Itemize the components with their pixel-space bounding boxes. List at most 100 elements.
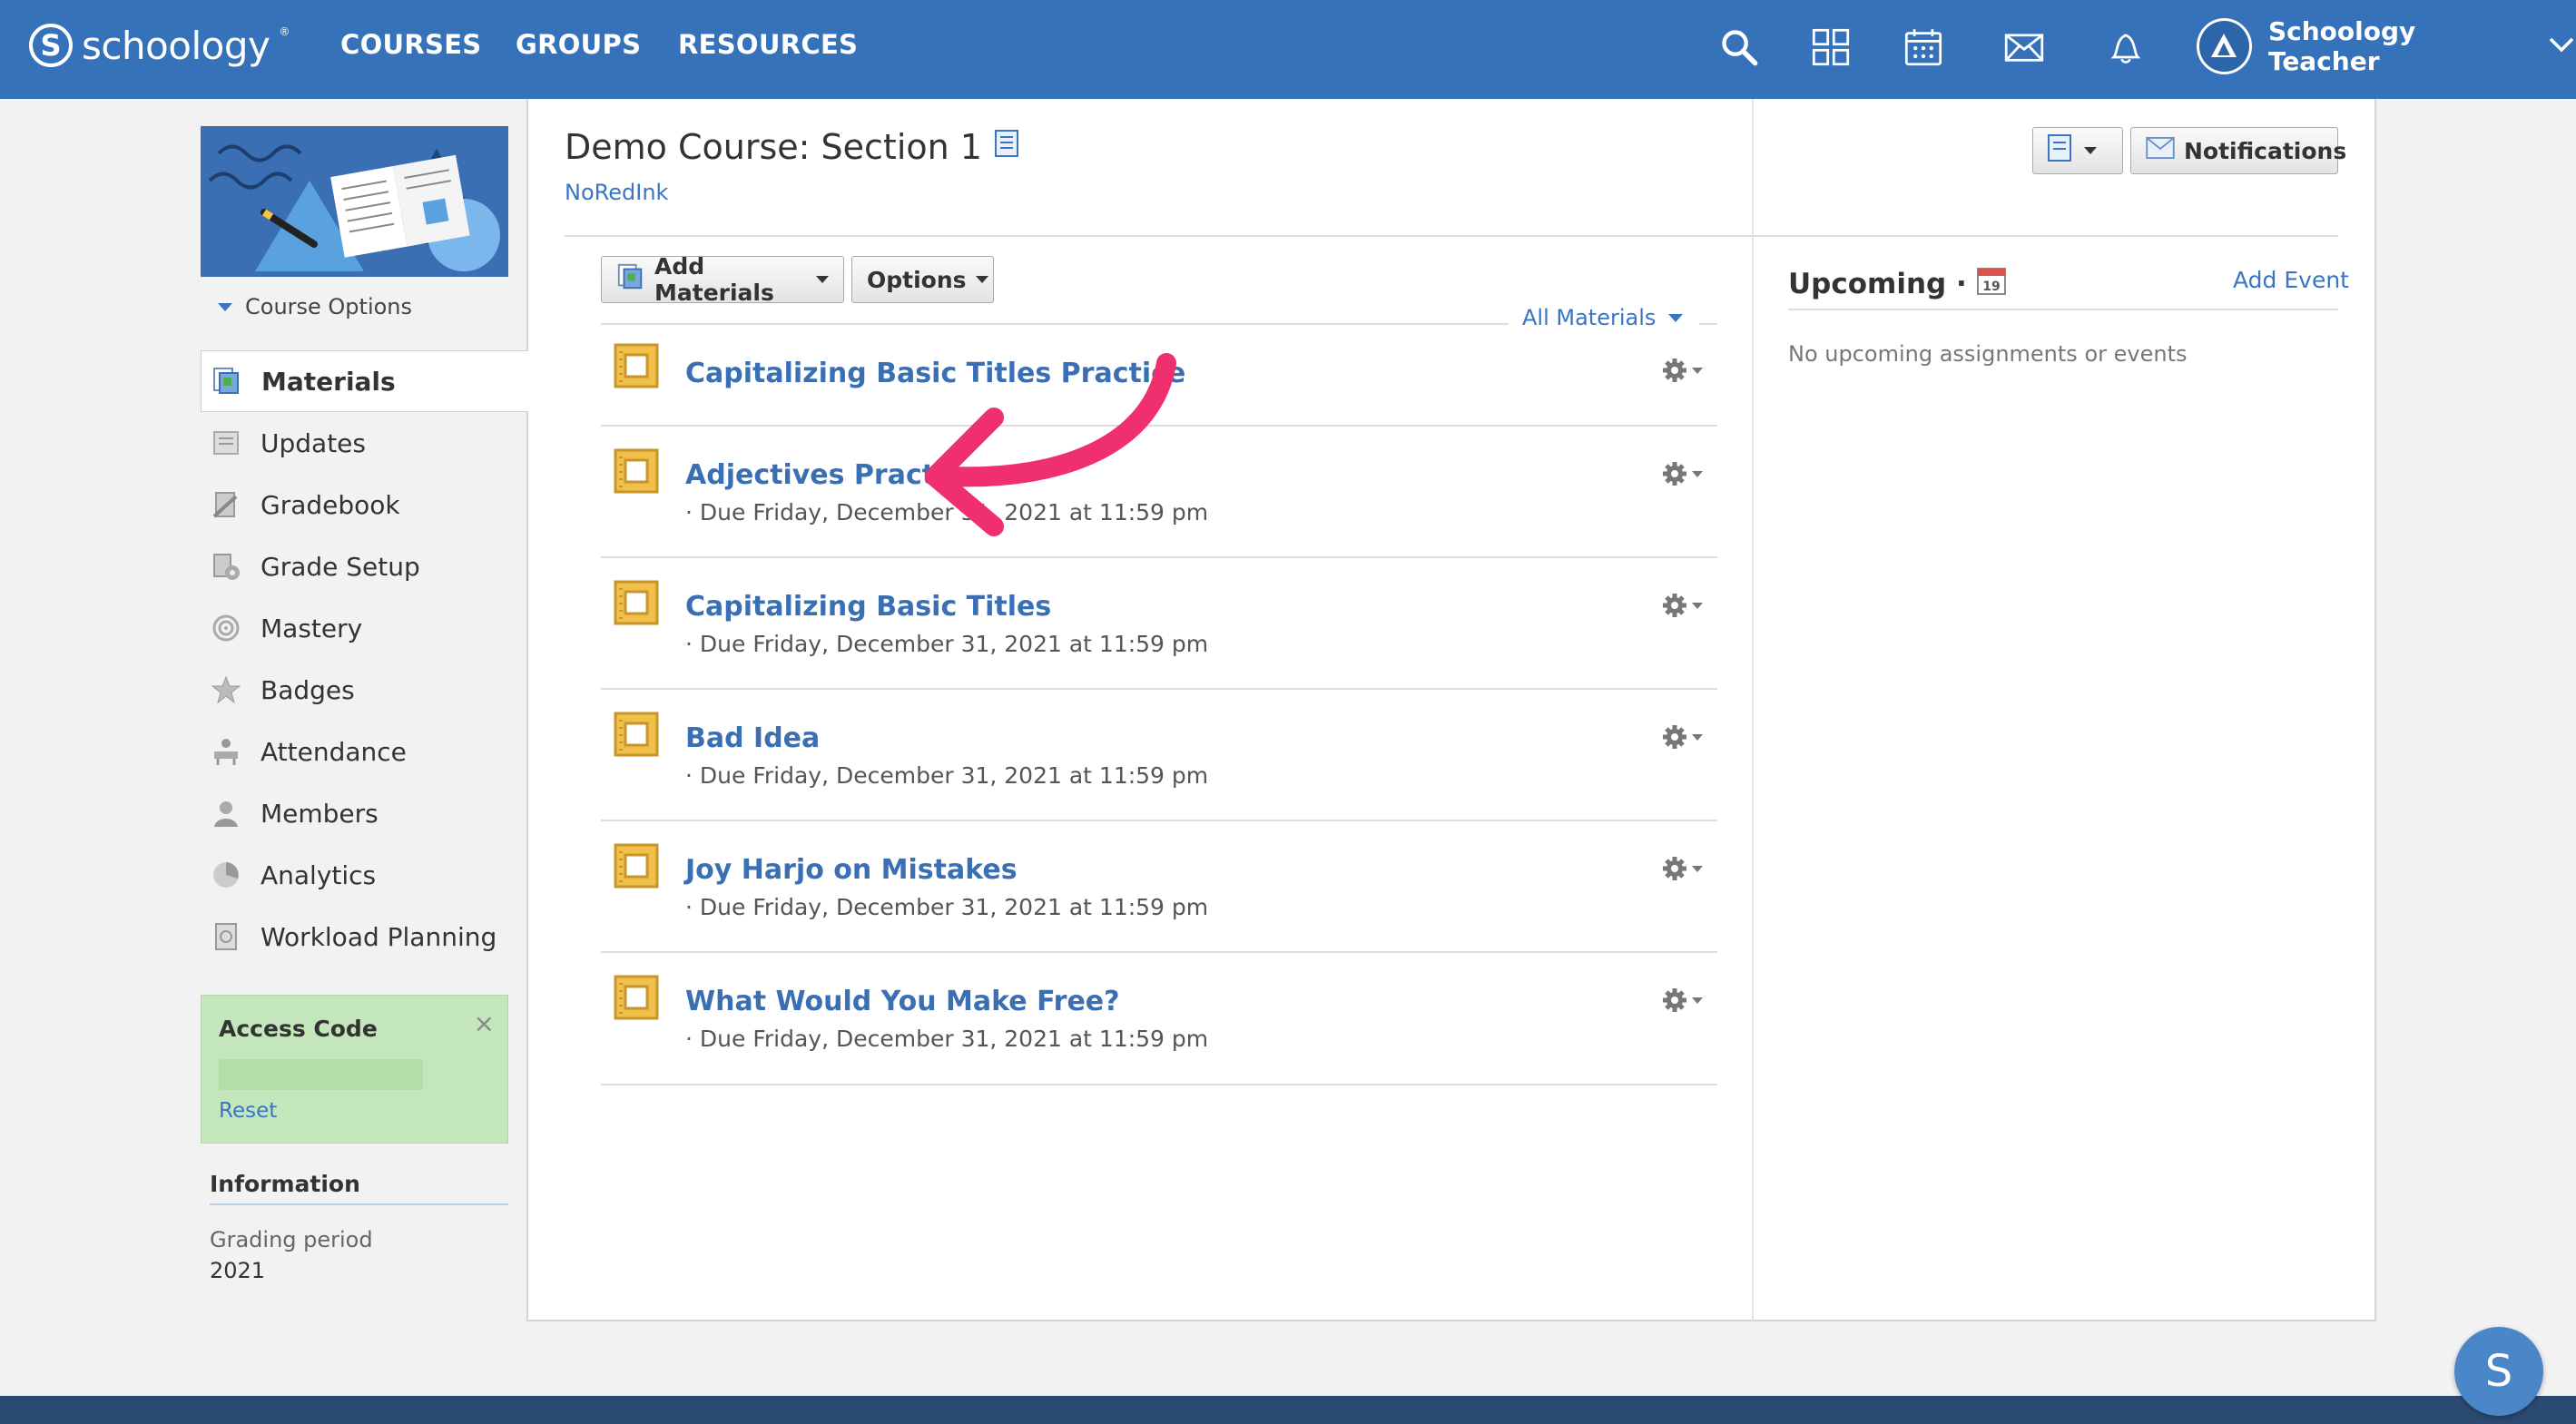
gear-icon[interactable] bbox=[1661, 587, 1708, 624]
sidebar-item-updates[interactable]: Updates bbox=[201, 412, 527, 474]
mastery-icon bbox=[210, 612, 242, 644]
logo-mark: S bbox=[29, 24, 73, 67]
sidebar-item-gradebook[interactable]: Gradebook bbox=[201, 474, 527, 535]
assignment-icon bbox=[610, 971, 663, 1024]
all-materials-filter[interactable]: All Materials bbox=[1522, 305, 1684, 330]
assignment-icon bbox=[610, 576, 663, 629]
course-notebook-icon bbox=[991, 127, 1022, 167]
notebook-icon bbox=[2044, 133, 2075, 169]
materials-icon bbox=[211, 365, 243, 398]
gear-icon[interactable] bbox=[1661, 719, 1708, 755]
material-row: Capitalizing Basic Titles · Due Friday, … bbox=[601, 558, 1717, 690]
due-date: · Due Friday, December 31, 2021 at 11:59… bbox=[685, 762, 1209, 789]
caret-down-icon bbox=[816, 276, 829, 283]
reset-access-code-link[interactable]: Reset bbox=[219, 1099, 277, 1123]
sidebar-item-materials[interactable]: Materials bbox=[201, 350, 528, 412]
course-view-menu-button[interactable] bbox=[2032, 127, 2123, 174]
assignment-icon bbox=[610, 445, 663, 497]
material-row: Bad Idea · Due Friday, December 31, 2021… bbox=[601, 690, 1717, 821]
help-chat-button[interactable]: S bbox=[2454, 1327, 2543, 1416]
assignment-icon bbox=[610, 339, 663, 392]
sidebar-item-members[interactable]: Members bbox=[201, 782, 527, 844]
sidebar-item-attendance[interactable]: Attendance bbox=[201, 721, 527, 782]
add-event-link[interactable]: Add Event bbox=[2233, 267, 2349, 293]
sidebar-item-label: Gradebook bbox=[261, 489, 400, 520]
caret-down-icon bbox=[975, 276, 988, 283]
access-code-value bbox=[219, 1059, 423, 1090]
apps-grid-icon[interactable] bbox=[1807, 24, 1854, 71]
material-title-link[interactable]: Joy Harjo on Mistakes bbox=[685, 854, 1018, 886]
avatar bbox=[2197, 18, 2252, 74]
sidebar-item-badges[interactable]: Badges bbox=[201, 659, 527, 721]
page-title: Demo Course: Section 1 bbox=[565, 127, 1022, 167]
gear-icon[interactable] bbox=[1661, 352, 1708, 388]
sidebar-item-label: Attendance bbox=[261, 736, 407, 767]
course-options-label: Course Options bbox=[245, 294, 413, 319]
nav-resources[interactable]: RESOURCES bbox=[678, 29, 858, 60]
title-divider bbox=[565, 235, 2338, 237]
due-date: · Due Friday, December 31, 2021 at 11:59… bbox=[685, 631, 1209, 657]
logo-text: schoology bbox=[82, 23, 270, 68]
grade-setup-icon bbox=[210, 550, 242, 583]
material-title-link[interactable]: Bad Idea bbox=[685, 722, 820, 754]
filter-divider bbox=[601, 323, 1509, 325]
sidebar-item-analytics[interactable]: Analytics bbox=[201, 844, 527, 906]
svg-text:19: 19 bbox=[1982, 280, 2000, 294]
course-picture bbox=[201, 126, 508, 277]
members-icon bbox=[210, 797, 242, 830]
material-row: What Would You Make Free? · Due Friday, … bbox=[601, 953, 1717, 1085]
caret-down-icon bbox=[218, 302, 232, 311]
material-title-link[interactable]: Capitalizing Basic Titles bbox=[685, 591, 1051, 623]
sidebar-item-mastery[interactable]: Mastery bbox=[201, 597, 527, 659]
gear-icon[interactable] bbox=[1661, 982, 1708, 1018]
nav-groups[interactable]: GROUPS bbox=[516, 29, 641, 60]
grading-period-value: 2021 bbox=[210, 1258, 266, 1283]
attendance-icon bbox=[210, 735, 242, 768]
upcoming-title: Upcoming · 19 bbox=[1788, 265, 2007, 303]
access-code-box: Access Code × Reset bbox=[201, 995, 508, 1144]
updates-icon bbox=[210, 427, 242, 459]
gear-icon[interactable] bbox=[1661, 456, 1708, 492]
sidebar-item-label: Materials bbox=[261, 366, 396, 397]
calendar-icon[interactable] bbox=[1900, 24, 1947, 71]
notification-bell-icon[interactable] bbox=[2102, 24, 2149, 71]
grading-period-label: Grading period bbox=[210, 1227, 373, 1252]
assignment-icon bbox=[610, 708, 663, 761]
top-navigation-bar: S schoology ® COURSES GROUPS RESOURCES S… bbox=[0, 0, 2576, 99]
search-icon[interactable] bbox=[1716, 24, 1763, 71]
mail-icon[interactable] bbox=[2001, 24, 2048, 71]
sidebar-item-label: Grade Setup bbox=[261, 551, 420, 582]
access-code-title: Access Code bbox=[219, 1016, 378, 1042]
schoology-logo[interactable]: S schoology ® bbox=[29, 18, 290, 73]
sidebar-item-label: Updates bbox=[261, 427, 366, 458]
course-options-toggle[interactable]: Course Options bbox=[218, 294, 412, 319]
analytics-icon bbox=[210, 859, 242, 891]
course-subtitle-link[interactable]: NoRedInk bbox=[565, 180, 668, 205]
close-icon[interactable]: × bbox=[474, 1008, 495, 1038]
caret-down-icon bbox=[2084, 147, 2097, 154]
nav-courses[interactable]: COURSES bbox=[340, 29, 482, 60]
envelope-icon bbox=[2146, 137, 2175, 164]
filter-divider-right bbox=[1699, 323, 1717, 325]
gear-icon[interactable] bbox=[1661, 850, 1708, 887]
assignment-icon bbox=[610, 840, 663, 892]
course-left-menu: Materials Updates Gradebook Grade Setup … bbox=[201, 350, 528, 967]
notifications-button[interactable]: Notifications bbox=[2130, 127, 2346, 174]
annotation-arrow bbox=[925, 353, 1176, 536]
material-title-link[interactable]: What Would You Make Free? bbox=[685, 986, 1120, 1017]
add-materials-button[interactable]: Add Materials bbox=[601, 253, 844, 306]
course-title: Demo Course: Section 1 bbox=[565, 127, 982, 167]
sidebar-item-label: Members bbox=[261, 798, 379, 829]
add-materials-icon bbox=[616, 262, 645, 297]
filter-label: All Materials bbox=[1522, 305, 1657, 330]
calendar-day-icon[interactable]: 19 bbox=[1976, 265, 2007, 303]
options-button[interactable]: Options bbox=[851, 256, 994, 303]
sidebar-item-workload-planning[interactable]: Workload Planning bbox=[201, 906, 527, 967]
user-menu[interactable]: Schoology Teacher bbox=[2197, 16, 2576, 76]
gradebook-icon bbox=[210, 488, 242, 521]
workload-planning-icon bbox=[210, 920, 242, 953]
sidebar-item-label: Mastery bbox=[261, 613, 363, 643]
due-date: · Due Friday, December 31, 2021 at 11:59… bbox=[685, 894, 1209, 920]
sidebar-item-grade-setup[interactable]: Grade Setup bbox=[201, 535, 527, 597]
chevron-down-icon[interactable] bbox=[2547, 30, 2576, 63]
